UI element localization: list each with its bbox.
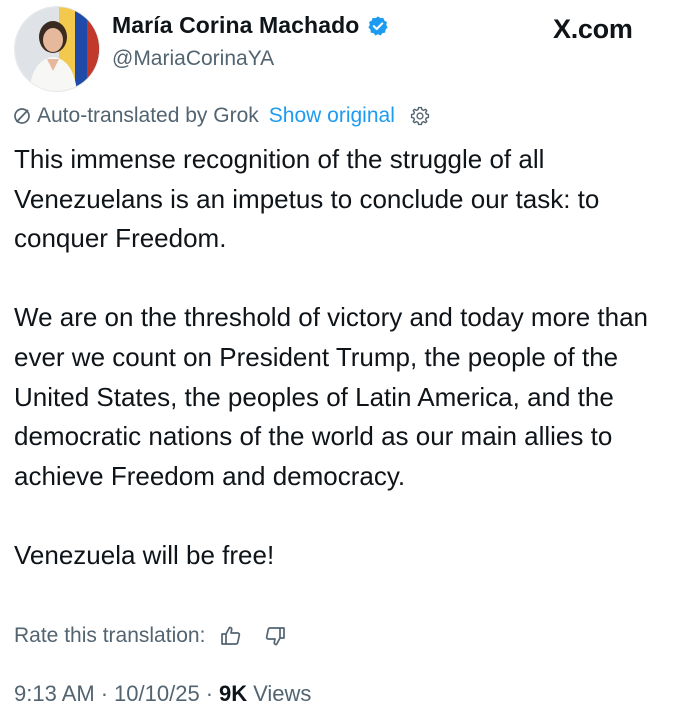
- views-count: 9K: [219, 681, 248, 706]
- settings-icon[interactable]: [409, 105, 431, 127]
- thumbs-down-icon[interactable]: [263, 624, 287, 648]
- tweet-meta: 9:13 AM · 10/10/25 · 9K Views: [14, 681, 311, 707]
- separator-dot: ·: [100, 681, 109, 706]
- translation-notice: Auto-translated by Grok: [37, 104, 259, 127]
- tweet-date[interactable]: 10/10/25: [114, 681, 200, 707]
- author-name-row: María Corina Machado: [112, 12, 389, 39]
- views-label: Views: [253, 681, 312, 706]
- rate-translation-row: Rate this translation:: [14, 624, 287, 648]
- thumbs-up-icon[interactable]: [219, 624, 243, 648]
- site-label: X.com: [553, 14, 633, 44]
- tweet-text: This immense recognition of the struggle…: [14, 144, 648, 570]
- avatar[interactable]: [14, 6, 100, 92]
- rate-translation-label: Rate this translation:: [14, 624, 206, 647]
- tweet-time[interactable]: 9:13 AM: [14, 681, 95, 707]
- avatar-image: [15, 7, 99, 91]
- verified-badge-icon: [367, 15, 389, 37]
- translation-notice-row: Auto-translated by Grok Show original: [13, 104, 431, 128]
- separator-dot: ·: [205, 681, 214, 706]
- author-handle[interactable]: @MariaCorinaYA: [112, 47, 274, 71]
- slash-icon: [13, 107, 31, 125]
- show-original-link[interactable]: Show original: [269, 104, 395, 128]
- author-name[interactable]: María Corina Machado: [112, 12, 359, 39]
